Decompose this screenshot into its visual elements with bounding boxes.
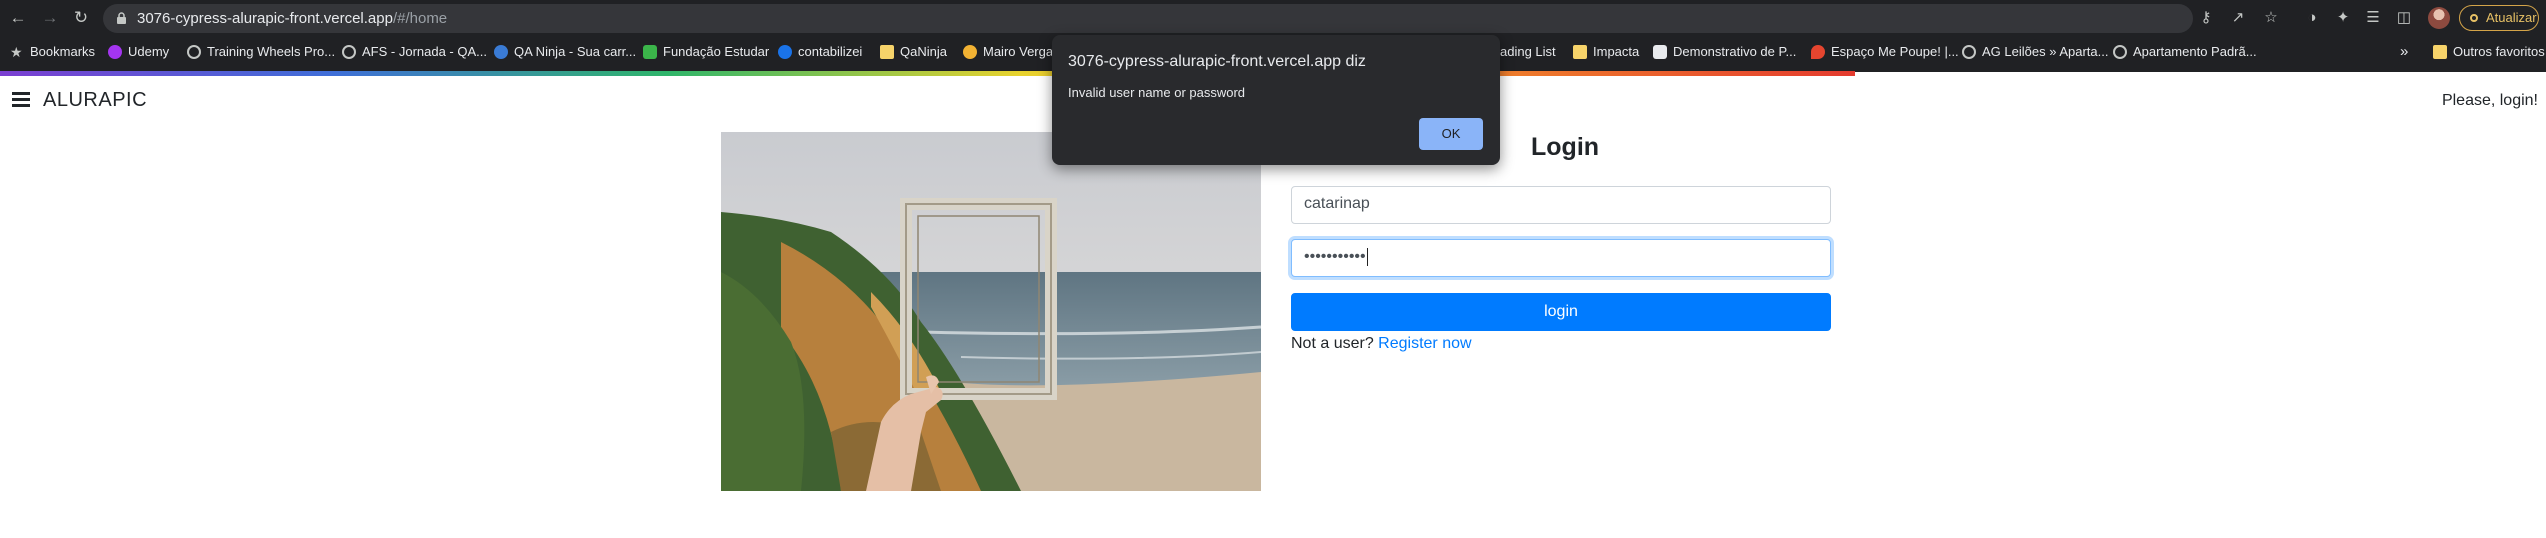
bookmark-label: Udemy	[128, 44, 170, 59]
bookmark-item[interactable]: Espaço Me Poupe! |...	[1811, 43, 1959, 61]
reload-icon[interactable]: ↻	[70, 7, 92, 29]
bookmark-label: ading List	[1500, 44, 1556, 59]
share-icon[interactable]: ↗	[2228, 8, 2248, 28]
update-label: Atualizar	[2486, 10, 2537, 25]
rainbow-divider	[0, 71, 1855, 76]
extension-circle-icon[interactable]: ◑	[2302, 8, 2322, 28]
text-caret	[1366, 248, 1368, 266]
password-field[interactable]: •••••••••••	[1291, 239, 1831, 277]
url-host: 3076-cypress-alurapic-front.vercel.app	[137, 10, 393, 27]
globe-icon	[2113, 45, 2127, 59]
signup-prefix: Not a user?	[1291, 335, 1374, 352]
bookmark-star-icon[interactable]: ☆	[2261, 8, 2281, 28]
media-icon[interactable]: ☰	[2363, 8, 2383, 28]
bookmark-item[interactable]: AG Leilões » Aparta...	[1962, 43, 2108, 61]
bookmark-item[interactable]: Udemy	[108, 43, 169, 61]
lock-icon	[117, 12, 126, 24]
url-text: 3076-cypress-alurapic-front.vercel.app/#…	[137, 10, 447, 27]
globe-icon	[1962, 45, 1976, 59]
dialog-message: Invalid user name or password	[1068, 85, 1246, 100]
bookmark-label: QA Ninja - Sua carr...	[514, 44, 637, 59]
key-icon[interactable]: ⚷	[2196, 8, 2216, 28]
ninja-icon	[494, 45, 508, 59]
bookmark-label: Fundação Estudar	[663, 44, 770, 59]
udemy-icon	[108, 45, 122, 59]
folder-icon	[1573, 45, 1587, 59]
hero-image	[721, 132, 1261, 491]
bookmark-item[interactable]: ading List	[1500, 43, 1556, 61]
bookmark-item[interactable]: QA Ninja - Sua carr...	[494, 43, 636, 61]
toolbar: ← → ↻ 3076-cypress-alurapic-front.vercel…	[0, 0, 2546, 37]
signup-prompt: Not a user? Register now	[1291, 335, 1472, 353]
username-field[interactable]: catarinap	[1291, 186, 1831, 224]
bookmark-label: Impacta	[1593, 44, 1640, 59]
puzzle-icon[interactable]: ✦	[2333, 8, 2353, 28]
bookmark-item[interactable]: AFS - Jornada - QA...	[342, 43, 487, 61]
bookmark-label: Espaço Me Poupe! |...	[1831, 44, 1959, 59]
flame-icon	[1811, 45, 1825, 59]
update-icon	[2470, 14, 2478, 22]
bookmark-item[interactable]: Demonstrativo de P...	[1653, 43, 1796, 61]
bookmark-item[interactable]: Apartamento Padrã...	[2113, 43, 2257, 61]
bookmark-item[interactable]: Mairo Vergar	[963, 43, 1057, 61]
contabilizei-icon	[778, 45, 792, 59]
brand-logo[interactable]: ALURAPIC	[43, 89, 147, 112]
bookmark-item[interactable]: ★ Bookmarks	[10, 43, 95, 61]
login-prompt: Please, login!	[2441, 92, 2538, 109]
fe-icon	[643, 45, 657, 59]
side-panel-icon[interactable]: ◫	[2394, 8, 2414, 28]
forward-icon[interactable]: →	[39, 7, 61, 29]
doc-icon	[1653, 45, 1667, 59]
bookmark-label: Training Wheels Pro...	[207, 44, 336, 59]
bookmark-item[interactable]: Training Wheels Pro...	[187, 43, 335, 61]
bookmarks-overflow-icon[interactable]: »	[2400, 43, 2408, 61]
star-icon: ★	[10, 44, 23, 60]
bookmark-label: QaNinja	[900, 44, 947, 59]
username-value: catarinap	[1304, 195, 1370, 212]
folder-icon	[880, 45, 894, 59]
bookmark-label: Bookmarks	[30, 44, 96, 59]
update-button[interactable]: Atualizar	[2459, 5, 2539, 31]
login-title: Login	[1531, 133, 1600, 161]
bookmark-label: Apartamento Padrã...	[2133, 44, 2257, 59]
globe-icon	[187, 45, 201, 59]
login-button[interactable]: login	[1291, 293, 1831, 331]
bookmark-label: AG Leilões » Aparta...	[1982, 44, 2109, 59]
bookmark-label: AFS - Jornada - QA...	[362, 44, 487, 59]
back-icon[interactable]: ←	[7, 7, 29, 29]
folder-icon	[2433, 45, 2447, 59]
other-bookmarks-label: Outros favoritos	[2453, 44, 2545, 59]
ok-button[interactable]: OK	[1419, 118, 1483, 150]
bookmark-item[interactable]: QaNinja	[880, 43, 947, 61]
bookmark-label: contabilizei	[798, 44, 863, 59]
site-icon	[963, 45, 977, 59]
bookmark-label: Demonstrativo de P...	[1673, 44, 1797, 59]
bookmark-label: Mairo Vergar	[983, 44, 1058, 59]
globe-icon	[342, 45, 356, 59]
password-value: •••••••••••	[1304, 248, 1366, 266]
url-path: /#/home	[392, 10, 448, 27]
dialog-title: 3076-cypress-alurapic-front.vercel.app d…	[1068, 53, 1366, 70]
menu-icon[interactable]	[12, 92, 30, 108]
other-bookmarks[interactable]: Outros favoritos	[2433, 43, 2545, 61]
register-link[interactable]: Register now	[1378, 335, 1471, 352]
bookmark-item[interactable]: Impacta	[1573, 43, 1639, 61]
alert-dialog: 3076-cypress-alurapic-front.vercel.app d…	[1052, 35, 1500, 165]
bookmark-item[interactable]: contabilizei	[778, 43, 862, 61]
address-bar[interactable]: 3076-cypress-alurapic-front.vercel.app/#…	[103, 4, 2193, 33]
avatar[interactable]	[2428, 7, 2450, 29]
bookmark-item[interactable]: Fundação Estudar	[643, 43, 769, 61]
